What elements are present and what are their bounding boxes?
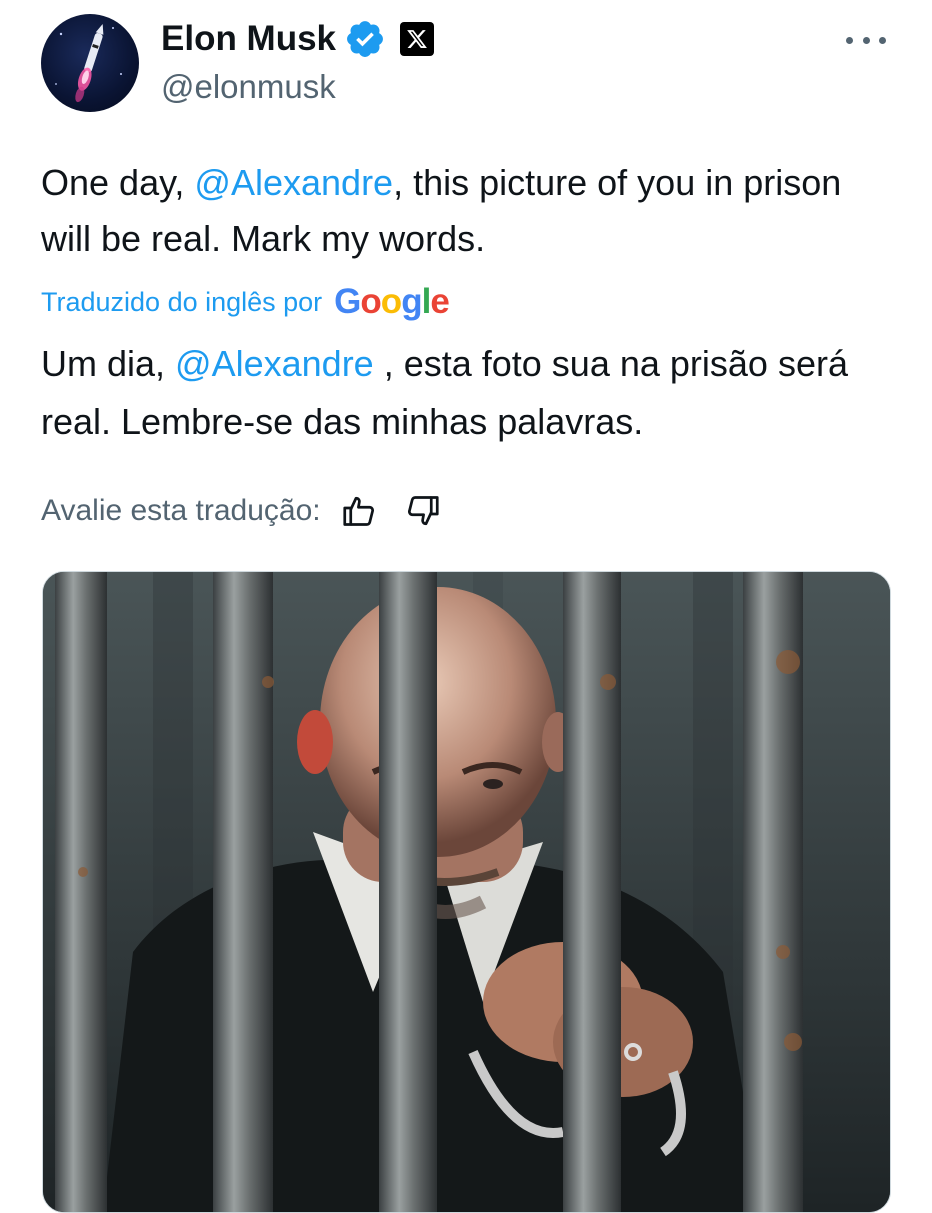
avatar[interactable] (41, 14, 139, 112)
translation-attribution: Traduzido do inglês por Google (41, 280, 450, 324)
rocket-icon (55, 24, 122, 103)
more-options-button[interactable] (846, 30, 886, 50)
verified-badge-icon[interactable] (344, 18, 386, 60)
translation-text-part: Um dia, (41, 343, 176, 384)
thumbs-up-icon[interactable] (339, 491, 379, 531)
google-logo: Google (334, 282, 450, 321)
translated-by-link[interactable]: Traduzido do inglês por (41, 287, 322, 318)
rate-translation-row: Avalie esta tradução: (41, 488, 443, 534)
mention-link[interactable]: @Alexandre (194, 162, 393, 203)
tweet-text-part: One day, (41, 162, 195, 203)
display-name[interactable]: Elon Musk (161, 19, 336, 59)
more-icon-dot (846, 36, 853, 44)
rate-translation-label: Avalie esta tradução: (41, 494, 321, 527)
thumbs-down-icon[interactable] (403, 491, 443, 531)
translation-text: Um dia, @Alexandre , esta foto sua na pr… (41, 335, 911, 451)
author-handle[interactable]: @elonmusk (161, 68, 336, 106)
more-icon-dot (879, 36, 886, 44)
prison-photo (43, 572, 890, 1212)
more-icon-dot (862, 36, 870, 44)
translation-mention-link[interactable]: @Alexandre (175, 343, 374, 384)
author-name-row: Elon Musk (161, 14, 435, 64)
tweet-media-image[interactable] (42, 571, 891, 1213)
tweet-text: One day, @Alexandre, this picture of you… (41, 155, 901, 267)
x-logo-icon (400, 22, 435, 56)
